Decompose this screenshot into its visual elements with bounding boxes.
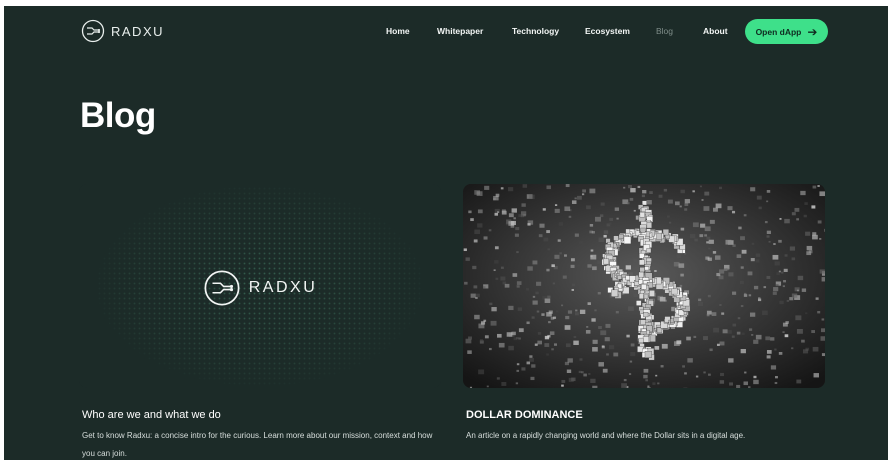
browser-page: RADXU Home Whitepaper Technology Ecosyst…	[4, 6, 888, 460]
nav-about[interactable]: About	[703, 26, 728, 36]
post-image[interactable]	[463, 184, 825, 388]
post-description: An article on a rapidly changing world a…	[466, 431, 746, 440]
nav-blog[interactable]: Blog	[656, 26, 673, 36]
post-image-wordmark: RADXU	[248, 279, 318, 296]
nav-home[interactable]: Home	[386, 26, 410, 36]
nav-technology[interactable]: Technology	[512, 26, 559, 36]
nav-ecosystem[interactable]: Ecosystem	[585, 26, 630, 36]
open-dapp-label: Open dApp	[755, 26, 802, 37]
radxu-logo-icon	[204, 270, 240, 306]
post-title[interactable]: Who are we and what we do	[82, 409, 441, 421]
post-description: Get to know Radxu: a concise intro for t…	[82, 431, 433, 458]
blog-post-card[interactable]: RADXU Who are we and what we do Get to k…	[79, 184, 441, 460]
dollar-cubes-image	[463, 184, 825, 388]
open-dapp-button[interactable]: Open dApp ➔	[745, 19, 828, 44]
post-image[interactable]: RADXU	[79, 184, 441, 388]
post-title[interactable]: DOLLAR DOMINANCE	[466, 409, 825, 421]
arrow-right-icon: ➔	[807, 24, 818, 39]
page-title: Blog	[80, 96, 156, 135]
post-image-logo: RADXU	[203, 269, 318, 307]
nav-whitepaper[interactable]: Whitepaper	[437, 26, 483, 36]
blog-post-card[interactable]: DOLLAR DOMINANCE An article on a rapidly…	[463, 184, 825, 445]
